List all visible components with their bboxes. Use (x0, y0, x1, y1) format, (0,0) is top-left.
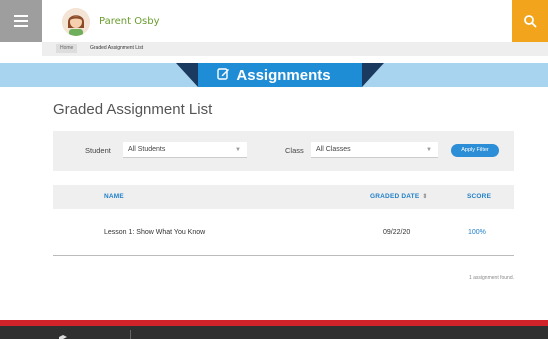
page-title: Graded Assignment List (53, 101, 213, 118)
assignment-score[interactable]: 100% (468, 229, 486, 236)
section-banner: Assignments (0, 63, 548, 87)
footer-logo-icon (57, 330, 69, 339)
avatar[interactable] (62, 8, 90, 36)
table-row: Lesson 1: Show What You Know 09/22/20 10… (53, 222, 514, 246)
class-select-value: All Classes (316, 146, 351, 153)
student-filter-label: Student (85, 146, 111, 155)
top-header: Parent Osby (0, 0, 548, 42)
table-header: NAME GRADED DATE ⇕ SCORE (53, 185, 514, 209)
section-title-text: Assignments (236, 66, 331, 84)
page: Parent Osby Home Graded Assignment List … (0, 0, 548, 339)
student-select-value: All Students (128, 146, 166, 153)
breadcrumb-current: Graded Assignment List (90, 45, 144, 51)
graded-date: 09/22/20 (383, 229, 411, 236)
chevron-down-icon: ▼ (426, 147, 432, 153)
column-graded-date-label: GRADED DATE (370, 193, 420, 200)
footer (0, 326, 548, 339)
table-divider (53, 255, 514, 256)
section-title: Assignments (0, 63, 548, 87)
column-name: NAME (104, 193, 124, 200)
assignment-name[interactable]: Lesson 1: Show What You Know (104, 229, 205, 236)
column-graded-date[interactable]: GRADED DATE ⇕ (370, 193, 428, 200)
filter-panel: Student All Students ▼ Class All Classes… (53, 131, 514, 171)
hamburger-menu-icon[interactable] (0, 0, 42, 42)
column-score: SCORE (467, 193, 492, 200)
breadcrumb-home[interactable]: Home (56, 44, 78, 53)
breadcrumb: Home Graded Assignment List (42, 42, 548, 56)
user-name[interactable]: Parent Osby (99, 16, 160, 27)
chevron-down-icon: ▼ (235, 147, 241, 153)
class-filter-label: Class (285, 146, 304, 155)
search-icon[interactable] (512, 0, 548, 42)
sort-icon[interactable]: ⇕ (422, 193, 427, 200)
class-select[interactable]: All Classes ▼ (311, 142, 438, 158)
footer-divider (130, 330, 131, 339)
apply-filter-button[interactable]: Apply Filter (451, 144, 499, 157)
results-count: 1 assignment found. (468, 275, 514, 281)
edit-icon (217, 67, 230, 84)
student-select[interactable]: All Students ▼ (123, 142, 247, 158)
